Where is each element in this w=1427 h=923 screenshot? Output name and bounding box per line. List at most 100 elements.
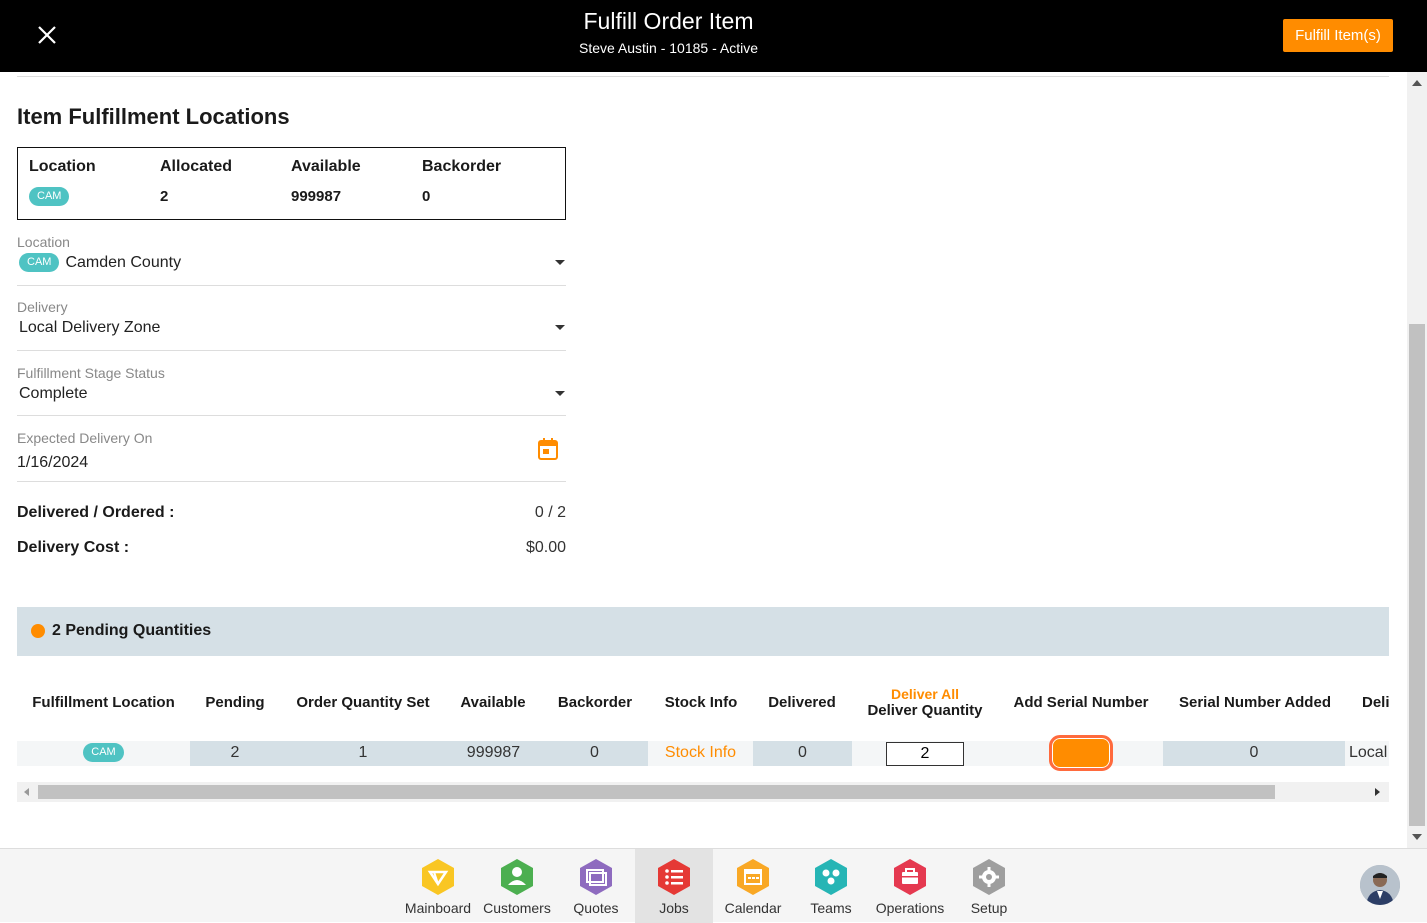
teams-icon [815, 859, 847, 895]
nav-item-mainboard[interactable]: Mainboard [399, 849, 477, 923]
nav-item-teams[interactable]: Teams [792, 849, 870, 923]
location-select[interactable]: Location CAM Camden County [17, 234, 566, 286]
chevron-down-icon[interactable] [555, 391, 565, 396]
scroll-down-arrow-icon[interactable] [1412, 834, 1422, 840]
pending-quantities-bar: 2 Pending Quantities [17, 607, 1389, 656]
nav-label: Operations [875, 900, 945, 916]
delivery-cost-label: Delivery Cost : [17, 539, 130, 556]
delivery-value: Local Delivery Zone [19, 319, 161, 336]
nav-label: Teams [810, 900, 852, 916]
location-summary-table: Location CAM Allocated 2 Available 99998… [17, 147, 566, 220]
setup-icon [973, 859, 1005, 895]
row-stock-info-cell: Stock Info [648, 741, 753, 766]
deliver-quantity-input[interactable] [886, 742, 964, 766]
nav-label: Customers [483, 900, 551, 916]
row-serial-number-added: 0 [1163, 741, 1345, 766]
summary-header-allocated: Allocated [160, 158, 233, 175]
row-location-cell: CAM [17, 741, 190, 766]
col-deliver-quantity: Deliver All Deliver Quantity [860, 686, 990, 719]
nav-label: Mainboard [404, 900, 472, 916]
delivery-select[interactable]: Delivery Local Delivery Zone [17, 299, 566, 351]
horizontal-scrollbar-thumb[interactable] [38, 785, 1275, 799]
location-badge: CAM [29, 187, 70, 206]
summary-backorder-col: Backorder 0 [422, 158, 501, 205]
customers-icon [501, 859, 533, 895]
vertical-scrollbar[interactable] [1407, 72, 1427, 848]
calendar-icon[interactable] [538, 438, 558, 460]
col-delivery-truncated: Deli [1362, 694, 1389, 711]
operations-icon [894, 859, 926, 895]
stage-status-label: Fulfillment Stage Status [17, 365, 165, 381]
delivery-label: Delivery [17, 299, 68, 315]
calendar-icon [737, 859, 769, 895]
quotes-icon [580, 859, 612, 895]
row-delivered: 0 [753, 741, 852, 766]
header-bar: Fulfill Order Item Steve Austin - 10185 … [0, 0, 1427, 72]
divider [17, 76, 1389, 77]
scrollbar-thumb[interactable] [1409, 324, 1425, 826]
chevron-down-icon[interactable] [555, 260, 565, 265]
expected-delivery-field[interactable]: Expected Delivery On 1/16/2024 [17, 430, 566, 482]
avatar[interactable] [1360, 865, 1400, 905]
location-badge: CAM [83, 743, 124, 763]
col-available: Available [460, 694, 526, 711]
summary-header-backorder: Backorder [422, 158, 502, 175]
summary-available-col: Available 999987 [291, 158, 361, 205]
summary-allocated-col: Allocated 2 [160, 158, 232, 205]
scroll-up-arrow-icon[interactable] [1412, 80, 1422, 86]
nav-item-customers[interactable]: Customers [478, 849, 556, 923]
bottom-nav: Mainboard Customers Quotes Jobs Calendar… [0, 848, 1427, 923]
nav-item-jobs[interactable]: Jobs [635, 849, 713, 923]
deliver-all-link[interactable]: Deliver All [860, 686, 990, 702]
nav-item-quotes[interactable]: Quotes [557, 849, 635, 923]
summary-backorder-value: 0 [422, 188, 431, 205]
nav-label: Calendar [724, 900, 782, 916]
nav-label: Jobs [659, 900, 689, 916]
jobs-icon [658, 859, 690, 895]
expected-delivery-value[interactable]: 1/16/2024 [17, 454, 566, 472]
scroll-left-arrow-icon[interactable] [24, 788, 29, 796]
row-delivery-truncated: Local [1349, 744, 1388, 761]
nav-item-calendar[interactable]: Calendar [714, 849, 792, 923]
col-order-quantity-set: Order Quantity Set [296, 694, 430, 711]
summary-header-available: Available [291, 158, 361, 175]
summary-allocated-value: 2 [160, 188, 169, 205]
nav-label: Quotes [573, 900, 619, 916]
page-title: Fulfill Order Item [583, 8, 754, 34]
col-delivered: Delivered [768, 694, 836, 711]
nav-label: Setup [970, 900, 1008, 916]
row-available: 999987 [446, 741, 541, 766]
mainboard-icon [422, 859, 454, 895]
row-order-quantity-set: 1 [280, 741, 446, 766]
nav-item-setup[interactable]: Setup [950, 849, 1028, 923]
delivery-cost-value: $0.00 [525, 539, 566, 556]
summary-header-location: Location [29, 158, 96, 175]
col-backorder: Backorder [557, 694, 633, 711]
chevron-down-icon[interactable] [555, 325, 565, 330]
stock-info-link[interactable]: Stock Info [665, 744, 736, 761]
location-value: Camden County [65, 253, 182, 271]
expected-delivery-label: Expected Delivery On [17, 430, 153, 446]
location-badge: CAM [19, 253, 60, 272]
add-serial-number-button[interactable] [1049, 735, 1113, 771]
row-pending: 2 [190, 741, 280, 766]
col-stock-info: Stock Info [664, 694, 738, 711]
col-fulfillment-location: Fulfillment Location [32, 694, 175, 711]
status-dot-icon [31, 624, 45, 638]
col-serial-number-added: Serial Number Added [1179, 694, 1331, 711]
location-label: Location [17, 234, 70, 250]
scroll-right-arrow-icon[interactable] [1375, 788, 1380, 796]
fulfillment-stage-status-select[interactable]: Fulfillment Stage Status Complete [17, 365, 566, 416]
horizontal-scrollbar[interactable] [17, 782, 1389, 802]
summary-available-value: 999987 [291, 188, 342, 205]
page-subtitle: Steve Austin - 10185 - Active [579, 40, 758, 56]
nav-item-operations[interactable]: Operations [871, 849, 949, 923]
fulfill-items-button[interactable]: Fulfill Item(s) [1283, 19, 1393, 52]
col-add-serial-number: Add Serial Number [1013, 694, 1149, 711]
section-title: Item Fulfillment Locations [17, 104, 290, 129]
pending-quantities-text: 2 Pending Quantities [52, 622, 212, 639]
stage-status-value: Complete [19, 385, 88, 402]
delivered-ordered-label: Delivered / Ordered : [17, 504, 175, 521]
col-pending: Pending [205, 694, 265, 711]
delivered-ordered-value: 0 / 2 [534, 504, 566, 521]
